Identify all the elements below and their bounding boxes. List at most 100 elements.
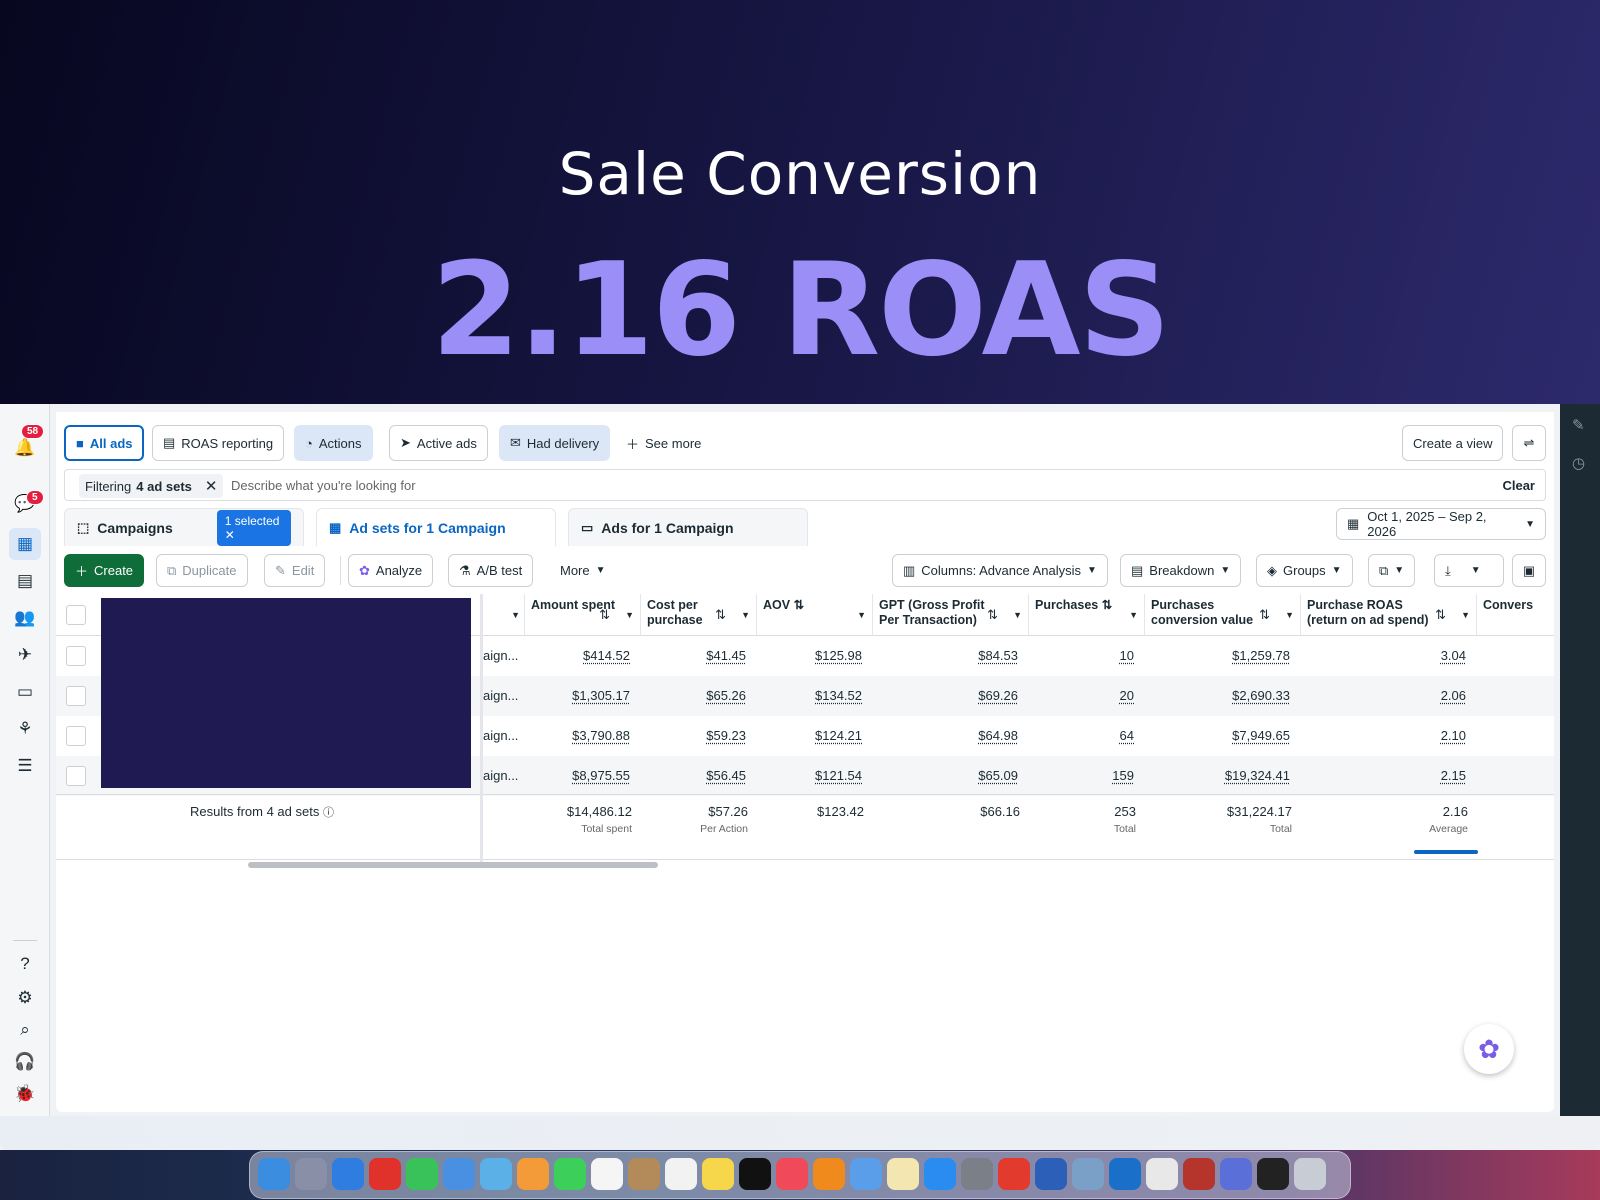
- dock-app-icon[interactable]: [258, 1158, 290, 1190]
- settings-gear-icon[interactable]: ⚙: [13, 986, 37, 1010]
- row-checkbox[interactable]: [66, 726, 86, 746]
- selected-chip[interactable]: 1 selected ✕: [216, 509, 291, 546]
- ai-assistant-sparkle-icon[interactable]: ✿: [1464, 1024, 1514, 1074]
- table-cell[interactable]: $69.26: [978, 688, 1018, 703]
- view-roas-reporting[interactable]: ▤ ROAS reporting: [152, 425, 285, 461]
- table-cell[interactable]: $84.53: [978, 648, 1018, 663]
- events-manager-icon[interactable]: ⚘: [13, 717, 37, 741]
- help-icon[interactable]: ?: [13, 952, 37, 976]
- dock-app-icon[interactable]: [702, 1158, 734, 1190]
- table-cell[interactable]: 2.15: [1441, 768, 1466, 783]
- search-icon[interactable]: ⌕: [13, 1018, 37, 1042]
- table-cell[interactable]: $65.09: [978, 768, 1018, 783]
- info-icon[interactable]: ⓘ: [323, 807, 334, 819]
- history-clock-icon[interactable]: ◷: [1572, 454, 1585, 472]
- table-cell[interactable]: $124.21: [815, 728, 862, 743]
- pages-icon[interactable]: ▤: [13, 569, 37, 593]
- chart-toggle-button[interactable]: ▣: [1512, 554, 1546, 587]
- view-active-ads[interactable]: ➤ Active ads: [389, 425, 488, 461]
- groups-button[interactable]: ◈ Groups ▼: [1256, 554, 1353, 587]
- dock-app-icon[interactable]: [480, 1158, 512, 1190]
- audiences-icon[interactable]: 👥: [13, 606, 37, 630]
- dock-app-icon[interactable]: [628, 1158, 660, 1190]
- notifications-bell-icon[interactable]: 🔔: [13, 436, 37, 460]
- col-head-amount-spent[interactable]: Amount spent ⇅ ▼: [524, 594, 640, 636]
- dock-app-icon[interactable]: [554, 1158, 586, 1190]
- view-settings-button[interactable]: ⇌: [1512, 425, 1546, 461]
- breakdown-button[interactable]: ▤ Breakdown ▼: [1120, 554, 1242, 587]
- support-headset-icon[interactable]: 🎧: [13, 1050, 37, 1074]
- table-cell[interactable]: $7,949.65: [1232, 728, 1290, 743]
- table-cell[interactable]: 3.04: [1441, 648, 1466, 663]
- see-more-button[interactable]: ＋ See more: [616, 425, 711, 461]
- filter-chip[interactable]: Filtering 4 ad sets ✕: [79, 474, 224, 498]
- horizontal-scrollbar[interactable]: [248, 862, 658, 868]
- dock-app-icon[interactable]: [295, 1158, 327, 1190]
- col-head-purchases[interactable]: Purchases ⇅ ▼: [1028, 594, 1144, 636]
- table-cell[interactable]: $414.52: [583, 648, 630, 663]
- tab-ad-sets[interactable]: ▦ Ad sets for 1 Campaign: [316, 508, 556, 546]
- view-had-delivery[interactable]: ✉ Had delivery: [499, 425, 611, 461]
- bug-report-icon[interactable]: 🐞: [13, 1082, 37, 1106]
- table-cell[interactable]: $41.45: [706, 648, 746, 663]
- columns-button[interactable]: ▥ Columns: Advance Analysis ▼: [892, 554, 1108, 587]
- dock-app-icon[interactable]: [443, 1158, 475, 1190]
- campaign-launch-icon[interactable]: ✈: [13, 643, 37, 667]
- view-all-ads[interactable]: ■ All ads: [64, 425, 145, 461]
- dock-app-icon[interactable]: [591, 1158, 623, 1190]
- dock-app-icon[interactable]: [1183, 1158, 1215, 1190]
- table-cell[interactable]: $56.45: [706, 768, 746, 783]
- col-head-conversions[interactable]: Convers: [1476, 594, 1554, 636]
- table-cell[interactable]: $1,305.17: [572, 688, 630, 703]
- dock-app-icon[interactable]: [1257, 1158, 1289, 1190]
- ads-table-icon[interactable]: ▦: [9, 528, 41, 560]
- col-head-purchases-conversion-value[interactable]: Purchases conversion value ⇅ ▼: [1144, 594, 1300, 636]
- duplicate-button[interactable]: ⧉ Duplicate: [156, 554, 248, 587]
- menu-icon[interactable]: ☰: [13, 754, 37, 778]
- dock-app-icon[interactable]: [1109, 1158, 1141, 1190]
- table-cell[interactable]: $3,790.88: [572, 728, 630, 743]
- date-range-picker[interactable]: ▦ Oct 1, 2025 – Sep 2, 2026 ▼: [1336, 508, 1546, 540]
- row-checkbox[interactable]: [66, 646, 86, 666]
- col-head-cost-per-purchase[interactable]: Cost per purchase ⇅ ▼: [640, 594, 756, 636]
- ab-test-button[interactable]: ⚗ A/B test: [448, 554, 534, 587]
- table-cell[interactable]: 64: [1120, 728, 1134, 743]
- create-button[interactable]: ＋ Create: [64, 554, 145, 587]
- filter-bar[interactable]: Filtering 4 ad sets ✕ Describe what you'…: [64, 469, 1546, 501]
- billing-card-icon[interactable]: ▭: [13, 680, 37, 704]
- filter-search-input[interactable]: Describe what you're looking for: [231, 478, 416, 493]
- table-cell[interactable]: $134.52: [815, 688, 862, 703]
- col-head-purchase-roas[interactable]: Purchase ROAS (return on ad spend) ⇅ ▼: [1300, 594, 1476, 636]
- table-cell[interactable]: $2,690.33: [1232, 688, 1290, 703]
- close-icon[interactable]: ✕: [205, 477, 218, 495]
- dock-app-icon[interactable]: [332, 1158, 364, 1190]
- table-cell[interactable]: 2.06: [1441, 688, 1466, 703]
- table-cell[interactable]: $59.23: [706, 728, 746, 743]
- dock-app-icon[interactable]: [776, 1158, 808, 1190]
- dock-app-icon[interactable]: [813, 1158, 845, 1190]
- table-cell[interactable]: $19,324.41: [1225, 768, 1290, 783]
- view-actions[interactable]: ◔ Actions: [294, 425, 373, 461]
- dock-app-icon[interactable]: [998, 1158, 1030, 1190]
- create-view-button[interactable]: Create a view: [1402, 425, 1504, 461]
- row-checkbox[interactable]: [66, 686, 86, 706]
- col-head-campaign[interactable]: ▼: [483, 594, 524, 636]
- table-cell[interactable]: $65.26: [706, 688, 746, 703]
- edit-button[interactable]: ✎ Edit: [264, 554, 326, 587]
- dock-app-icon[interactable]: [1220, 1158, 1252, 1190]
- table-cell[interactable]: $125.98: [815, 648, 862, 663]
- more-button[interactable]: More ▼: [550, 554, 616, 587]
- table-cell[interactable]: 2.10: [1441, 728, 1466, 743]
- dock-app-icon[interactable]: [406, 1158, 438, 1190]
- pencil-icon[interactable]: ✎: [1572, 416, 1585, 434]
- dock-app-icon[interactable]: [961, 1158, 993, 1190]
- dock-app-icon[interactable]: [517, 1158, 549, 1190]
- dock-app-icon[interactable]: [924, 1158, 956, 1190]
- dock-app-icon[interactable]: [887, 1158, 919, 1190]
- reports-button[interactable]: ⧉ ▼: [1368, 554, 1416, 587]
- dock-app-icon[interactable]: [1072, 1158, 1104, 1190]
- dock-app-icon[interactable]: [1294, 1158, 1326, 1190]
- col-head-aov[interactable]: AOV ⇅ ▼: [756, 594, 872, 636]
- dock-app-icon[interactable]: [665, 1158, 697, 1190]
- clear-filter-button[interactable]: Clear: [1502, 478, 1535, 493]
